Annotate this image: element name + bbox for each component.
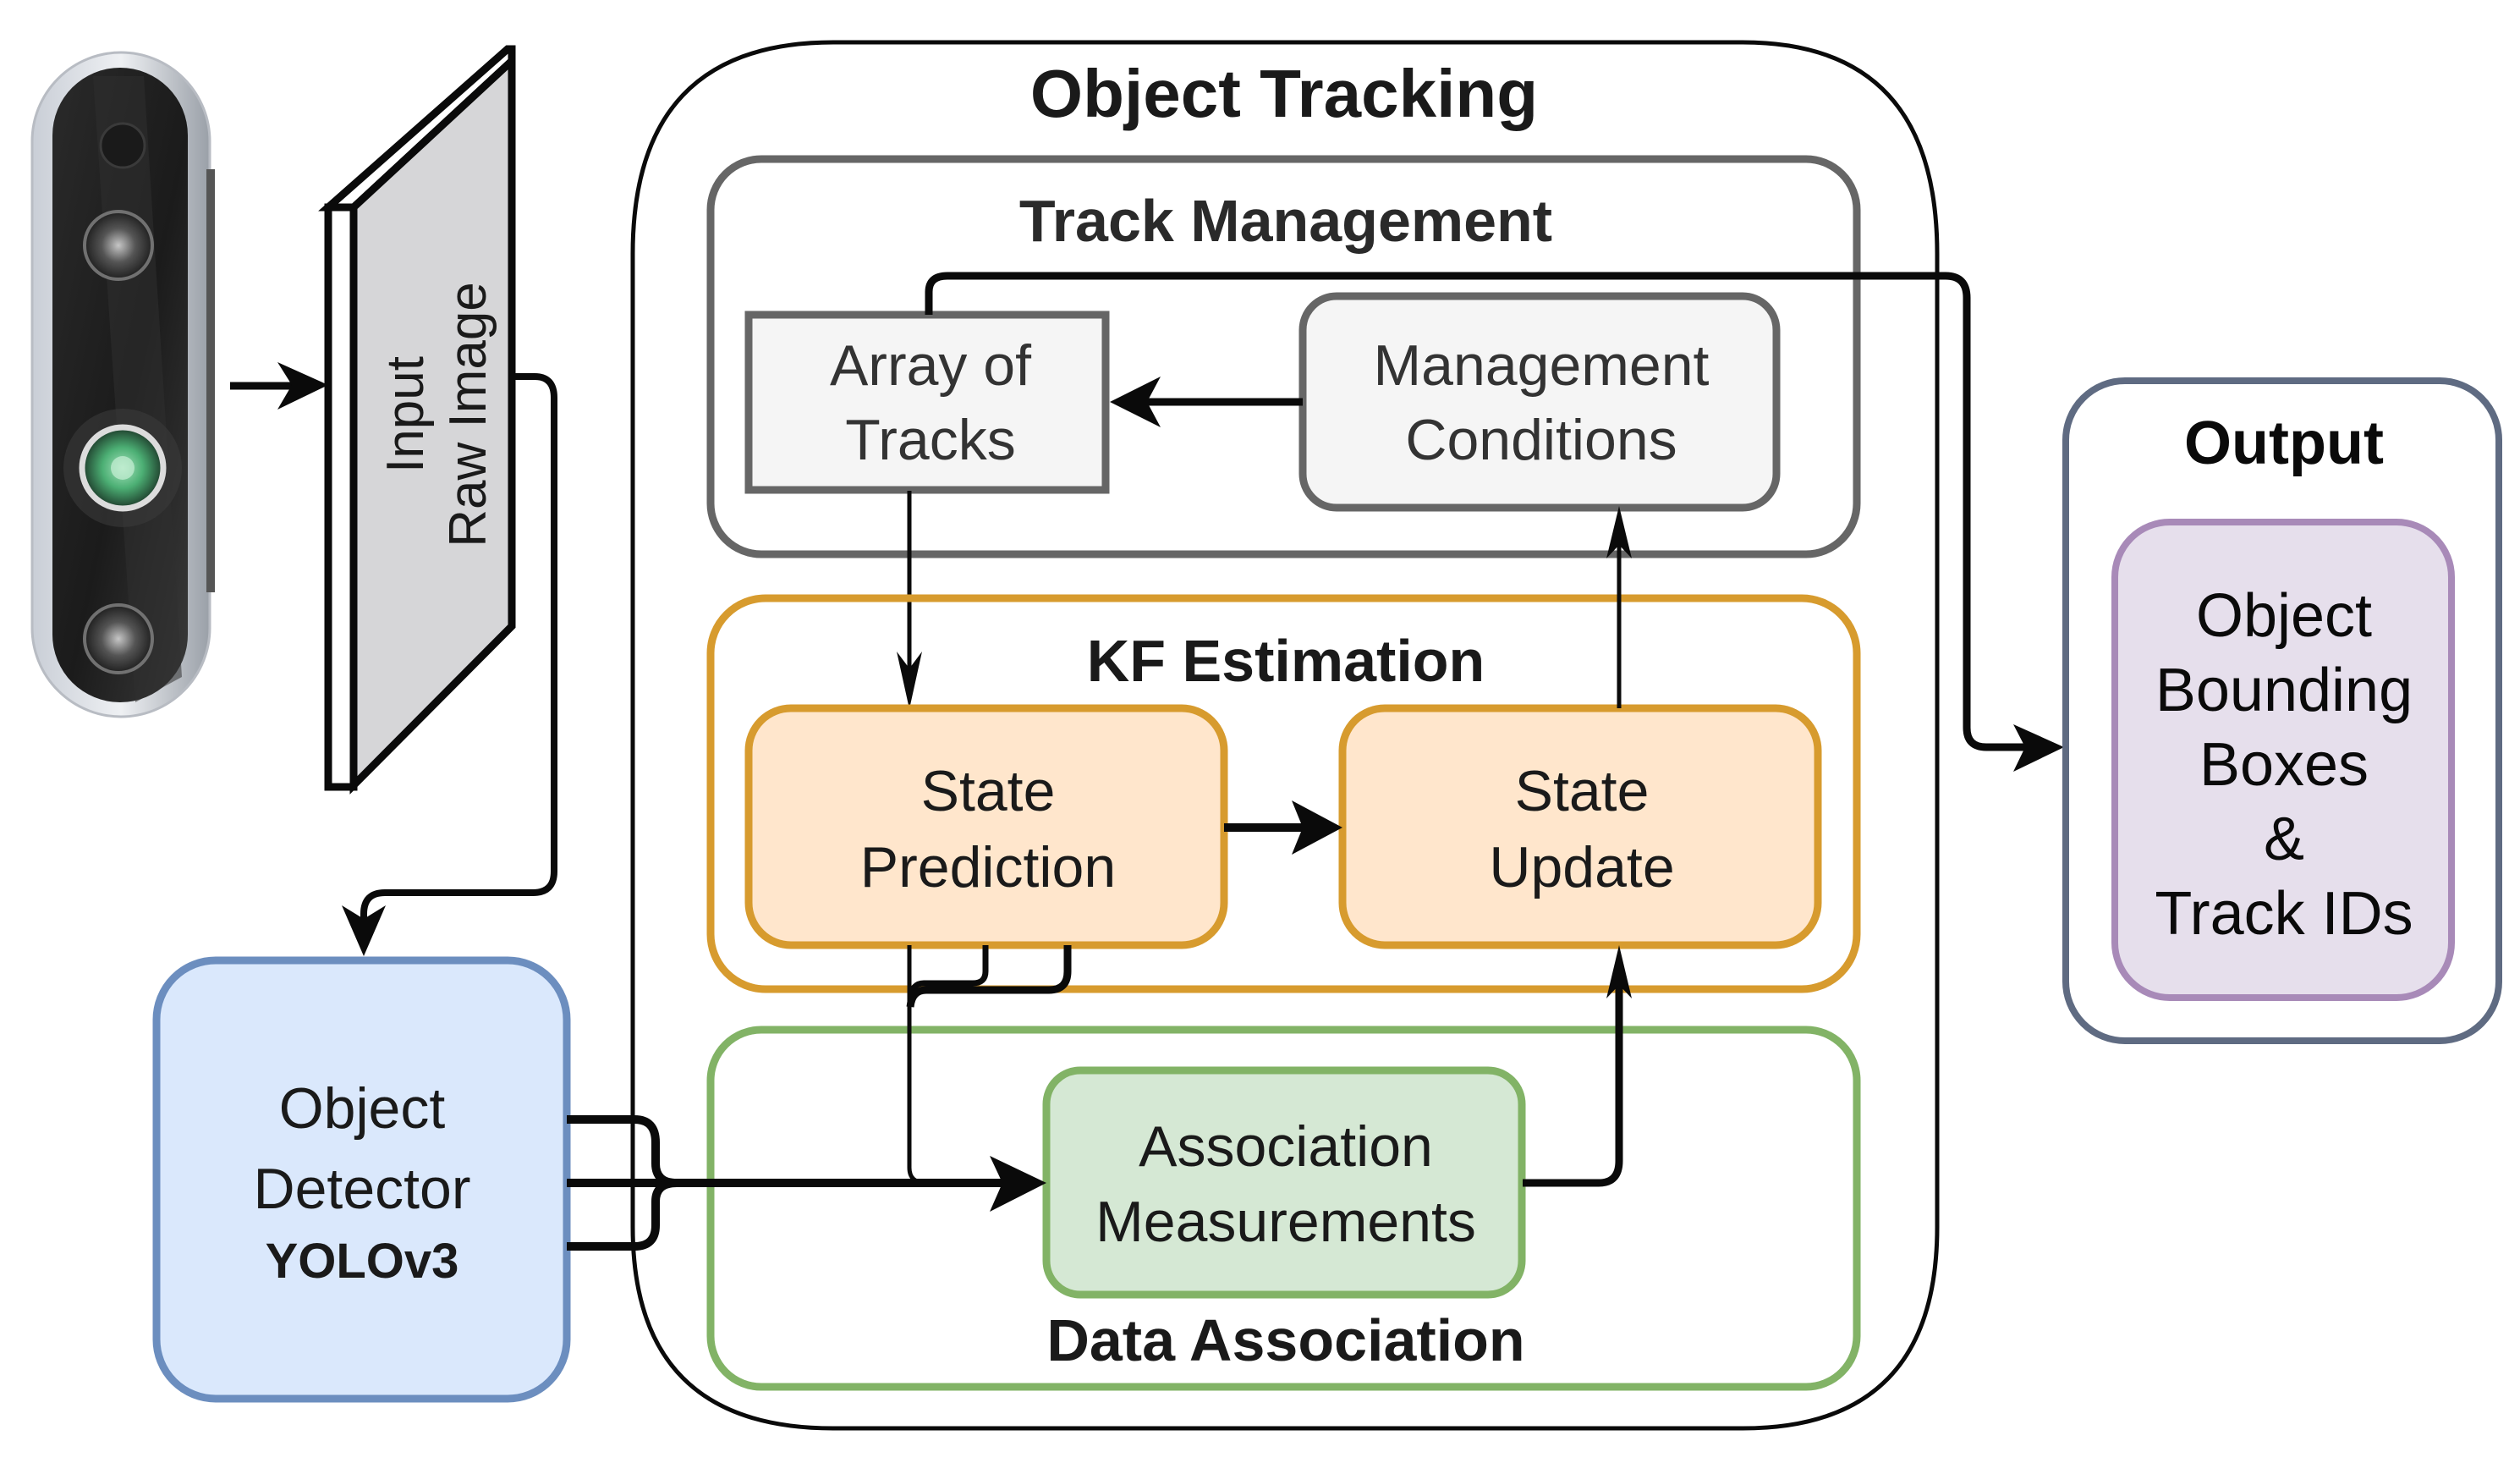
state-update-box: State Update [1338,704,1822,949]
output-line3: Boxes [2199,731,2369,799]
input-raw-image-panel: Input Raw Image [318,45,516,795]
kf-estimation-title: KF Estimation [1087,628,1485,694]
detector-line2: Detector [254,1157,471,1221]
association-measurements-box: Association Measurements [1042,1066,1526,1299]
management-conditions-line1: Management [1374,333,1710,398]
output-title: Output [2184,410,2384,477]
output-group: Output Object Bounding Boxes & Track IDs [2062,377,2502,1044]
detector-line1: Object [279,1076,446,1141]
detector-model-label: YOLOv3 [266,1234,459,1289]
state-prediction-line2: Prediction [860,835,1116,899]
update-to-conditions-arrow [1606,506,1632,708]
state-update-line1: State [1515,759,1650,823]
state-prediction-line1: State [921,759,1056,823]
conditions-to-array-arrow [1110,377,1303,427]
depth-camera-icon [30,51,215,718]
management-conditions-box: Management Conditions [1298,292,1781,512]
raw-image-label: Raw Image [439,282,497,547]
output-line1: Object [2196,582,2372,650]
association-measurements-line1: Association [1139,1114,1433,1179]
output-result-box: Object Bounding Boxes & Track IDs [2111,519,2455,1001]
kf-estimation-group: KF Estimation State Prediction State Upd… [706,594,1861,993]
track-management-title: Track Management [1019,188,1552,254]
array-of-tracks-line2: Tracks [845,408,1015,472]
association-measurements-line2: Measurements [1095,1190,1476,1254]
association-to-update-arrow [1523,945,1632,1187]
detector-to-association-arrow [567,1115,1046,1251]
management-conditions-line2: Conditions [1405,408,1677,472]
output-line2: Bounding [2155,657,2413,724]
output-line5: Track IDs [2155,880,2413,948]
data-association-group: Data Association Association Measurement… [706,1026,1861,1391]
input-label: Input [376,356,435,473]
track-management-group: Track Management Array of Tracks Managem… [706,155,1861,558]
prediction-to-update-arrow [1224,800,1342,855]
output-line4: & [2264,806,2304,873]
data-association-title: Data Association [1046,1307,1524,1373]
camera-to-input-arrow [230,362,328,410]
object-detector-box: Object Detector YOLOv3 [152,956,571,1403]
array-of-tracks-line1: Array of [830,333,1031,398]
state-prediction-box: State Prediction [744,704,1228,949]
object-tracking-title: Object Tracking [1030,56,1538,131]
state-update-line2: Update [1489,835,1674,899]
array-of-tracks-box: Array of Tracks [744,311,1110,494]
tracking-pipeline-diagram: Input Raw Image Object Detector YOLOv3 O… [30,40,2502,1431]
